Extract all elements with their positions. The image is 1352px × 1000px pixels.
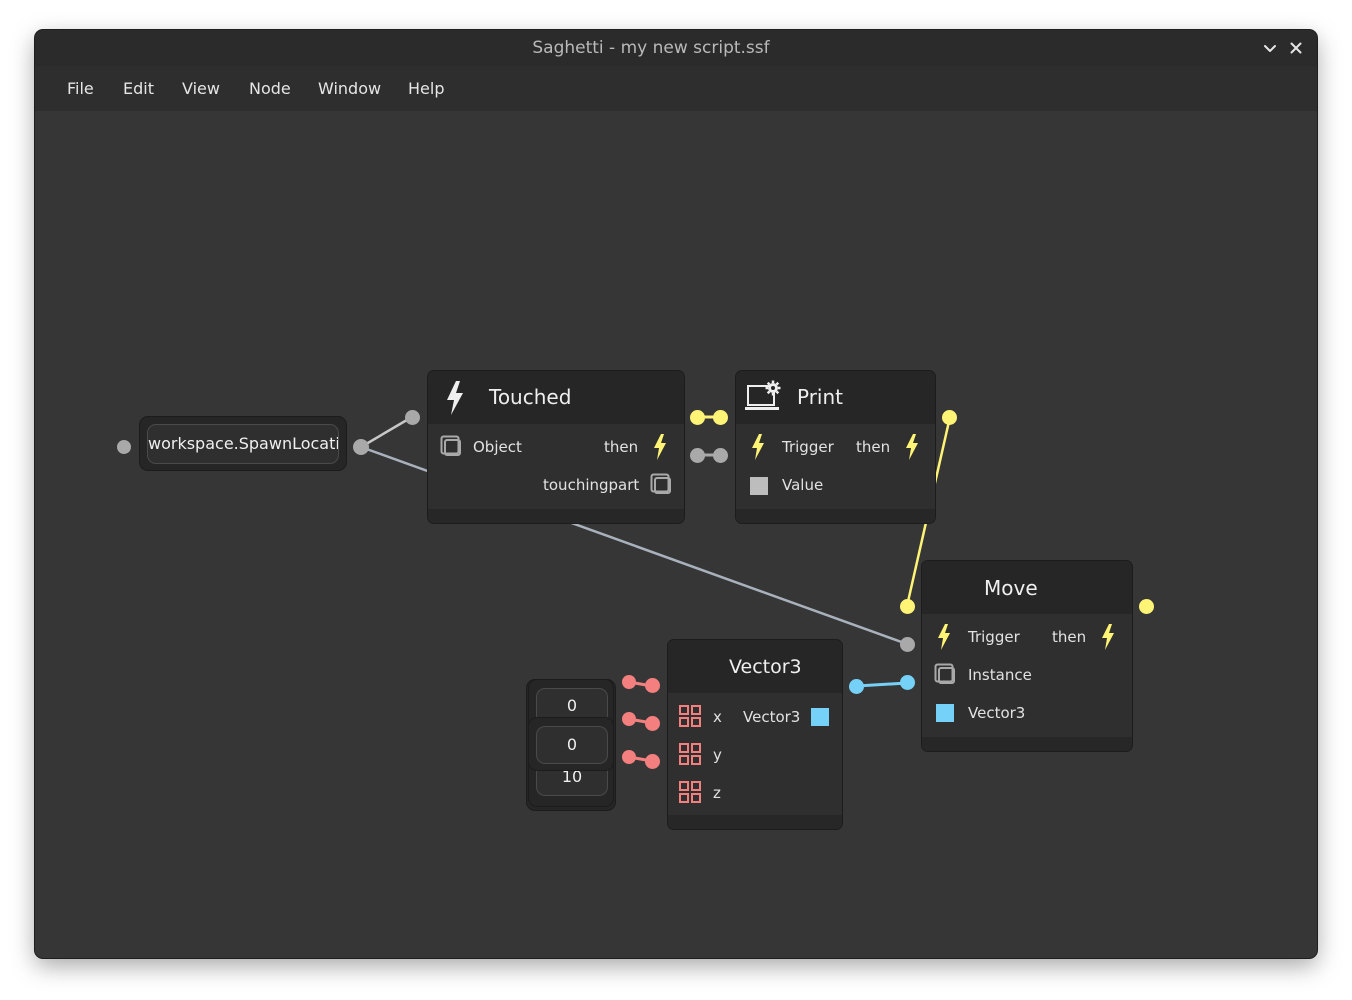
touched-touchingpart-port[interactable] bbox=[690, 448, 705, 463]
touched-footer bbox=[428, 509, 684, 523]
move-vector3-port[interactable] bbox=[900, 675, 915, 690]
chevron-down-icon[interactable] bbox=[1260, 38, 1280, 58]
move-then-port[interactable] bbox=[1139, 599, 1154, 614]
wire-workspace-to-touched-object bbox=[360, 415, 413, 449]
print-node[interactable]: Print Trigger then Value bbox=[735, 370, 936, 524]
move-footer bbox=[922, 737, 1132, 751]
vector3-y-port[interactable] bbox=[645, 716, 660, 731]
vector3-footer bbox=[668, 815, 842, 829]
touched-title: Touched bbox=[489, 385, 572, 409]
menu-help[interactable]: Help bbox=[408, 66, 444, 111]
touched-object-port[interactable] bbox=[405, 410, 420, 425]
touched-header[interactable]: Touched bbox=[428, 371, 684, 424]
print-value-port[interactable] bbox=[713, 448, 728, 463]
menu-view[interactable]: View bbox=[182, 66, 220, 111]
touched-then-port[interactable] bbox=[690, 410, 705, 425]
vector3-z-label: z bbox=[713, 784, 721, 802]
menu-file[interactable]: File bbox=[67, 66, 94, 111]
laptop-gear-icon bbox=[745, 380, 781, 410]
print-trigger-label: Trigger bbox=[782, 438, 834, 456]
vector3-title: Vector3 bbox=[729, 656, 802, 678]
print-header[interactable]: Print bbox=[736, 371, 935, 424]
workspace-value-field[interactable]: workspace.SpawnLocati bbox=[147, 424, 339, 464]
print-then-label: then bbox=[856, 438, 891, 456]
node-canvas[interactable]: workspace.SpawnLocati Touched Object the… bbox=[35, 111, 1317, 958]
number-x-output-port[interactable] bbox=[622, 675, 636, 689]
vector3-output-port[interactable] bbox=[849, 679, 864, 694]
lightning-bolt-icon bbox=[906, 434, 918, 460]
number-z-output-port[interactable] bbox=[622, 750, 636, 764]
touched-node[interactable]: Touched Object then touchingpart bbox=[427, 370, 685, 524]
number-node-y[interactable]: 0 bbox=[528, 717, 614, 771]
lightning-bolt-icon bbox=[654, 434, 666, 460]
move-then-label: then bbox=[1052, 628, 1087, 646]
workspace-output-port[interactable] bbox=[353, 439, 369, 455]
move-instance-label: Instance bbox=[968, 666, 1032, 684]
print-footer bbox=[736, 509, 935, 523]
lightning-bolt-icon bbox=[447, 381, 463, 415]
app-window: Saghetti - my new script.ssf File Edit V… bbox=[35, 30, 1317, 958]
vector3-node[interactable]: Vector3 x Vector3 y z bbox=[667, 639, 843, 830]
vector3-x-port[interactable] bbox=[645, 678, 660, 693]
window-title: Saghetti - my new script.ssf bbox=[532, 38, 770, 58]
menu-node[interactable]: Node bbox=[249, 66, 291, 111]
any-square-icon bbox=[750, 477, 768, 495]
touched-touchingpart-label: touchingpart bbox=[543, 476, 640, 494]
print-value-label: Value bbox=[782, 476, 824, 494]
print-title: Print bbox=[797, 385, 844, 409]
move-trigger-port[interactable] bbox=[900, 599, 915, 614]
menu-edit[interactable]: Edit bbox=[123, 66, 154, 111]
vector3-output-label: Vector3 bbox=[743, 708, 801, 726]
move-title: Move bbox=[984, 576, 1038, 600]
move-vector3-label: Vector3 bbox=[968, 704, 1026, 722]
vector3-z-port[interactable] bbox=[645, 754, 660, 769]
number-grid-icon bbox=[679, 781, 701, 803]
workspace-value-node[interactable]: workspace.SpawnLocati bbox=[139, 416, 347, 471]
lightning-bolt-icon bbox=[1102, 624, 1114, 650]
vector-square-icon bbox=[811, 708, 829, 726]
wire-layer bbox=[360, 415, 952, 763]
lightning-bolt-icon bbox=[752, 434, 764, 460]
print-trigger-port[interactable] bbox=[713, 410, 728, 425]
number-grid-icon bbox=[679, 705, 701, 727]
lightning-bolt-icon bbox=[938, 624, 950, 650]
object-cube-icon bbox=[650, 473, 671, 494]
vector3-x-label: x bbox=[713, 708, 722, 726]
move-header[interactable]: Move bbox=[922, 561, 1132, 614]
move-node[interactable]: Move Trigger then Instance Vector3 bbox=[921, 560, 1133, 752]
move-trigger-label: Trigger bbox=[968, 628, 1020, 646]
number-field-y[interactable]: 0 bbox=[536, 726, 608, 764]
menu-bar: File Edit View Node Window Help bbox=[35, 66, 1317, 111]
vector3-header[interactable]: Vector3 bbox=[668, 640, 842, 693]
touched-then-label: then bbox=[604, 438, 639, 456]
print-then-port[interactable] bbox=[942, 410, 957, 425]
number-grid-icon bbox=[679, 743, 701, 765]
menu-window[interactable]: Window bbox=[318, 66, 381, 111]
title-bar: Saghetti - my new script.ssf bbox=[35, 30, 1317, 66]
object-cube-icon bbox=[440, 435, 461, 456]
object-cube-icon bbox=[934, 663, 955, 684]
workspace-input-port[interactable] bbox=[117, 440, 131, 454]
move-instance-port[interactable] bbox=[900, 637, 915, 652]
touched-object-label: Object bbox=[473, 438, 522, 456]
vector3-y-label: y bbox=[713, 746, 722, 764]
vector-square-icon bbox=[936, 704, 954, 722]
number-y-output-port[interactable] bbox=[622, 712, 636, 726]
close-icon[interactable] bbox=[1286, 38, 1306, 58]
